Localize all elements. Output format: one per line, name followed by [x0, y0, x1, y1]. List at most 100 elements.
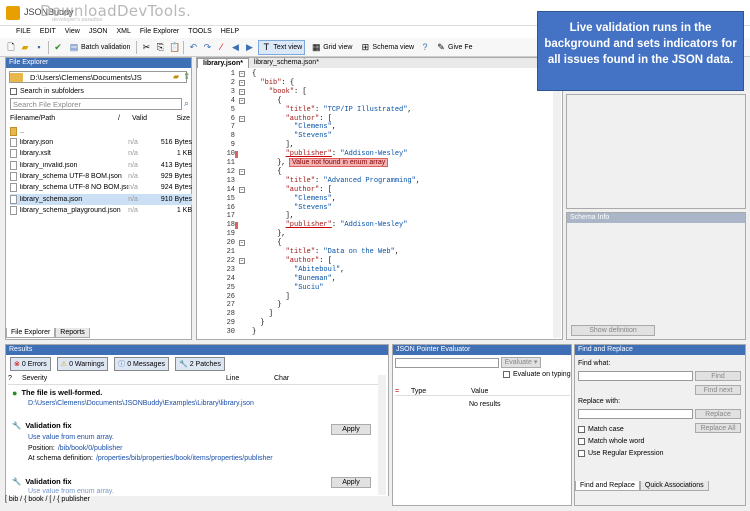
list-item-file[interactable]: library_schema.json n/a 910 Bytes	[10, 193, 192, 205]
copy-icon[interactable]: ⎘	[155, 42, 165, 52]
fold-toggle-icon[interactable]: −	[239, 71, 245, 77]
schema-view-button[interactable]: ⊞ Schema view	[358, 40, 416, 55]
list-item-file[interactable]: library.json n/a 516 Bytes	[10, 137, 192, 148]
messages-filter-button[interactable]: ⓘ 0 Messages	[114, 357, 169, 371]
fold-toggle-icon[interactable]: −	[239, 186, 245, 193]
col-severity[interactable]: Severity	[22, 375, 226, 384]
go-up-icon[interactable]: ⇧	[183, 71, 191, 82]
undo-icon[interactable]: ↶	[188, 42, 198, 52]
file-icon	[10, 183, 17, 193]
tab-quick-associations[interactable]: Quick Associations	[639, 481, 709, 491]
errors-filter-button[interactable]: ⊗ 0 Errors	[10, 357, 51, 371]
file-name: library_schema UTF-8 BOM.json	[19, 172, 122, 180]
replace-button[interactable]: Replace	[695, 409, 741, 419]
tab-file-explorer[interactable]: File Explorer	[6, 328, 56, 338]
menu-help[interactable]: HELP	[221, 26, 239, 38]
results-scrollbar[interactable]	[378, 375, 386, 495]
fold-toggle-icon[interactable]: −	[239, 168, 245, 175]
tab-library-json[interactable]: library.json*	[197, 58, 249, 68]
list-item-file[interactable]: library_invalid.json n/a 413 Bytes	[10, 160, 192, 171]
replace-all-button[interactable]: Replace All	[695, 423, 741, 433]
grid-view-button[interactable]: ▦ Grid view	[309, 40, 354, 55]
match-whole-word-checkbox[interactable]: Match whole word	[578, 438, 644, 445]
folder-browse-icon[interactable]: ▰	[173, 72, 179, 81]
code-line: },	[252, 159, 286, 167]
search-file-explorer-input[interactable]: Search File Explorer	[10, 98, 182, 110]
fold-toggle-icon[interactable]: −	[239, 88, 245, 95]
batch-validation-button[interactable]: ▤ Batch validation	[67, 40, 132, 55]
find-button[interactable]: Find	[695, 371, 741, 381]
tab-library-schema-json[interactable]: library_schema.json*	[249, 58, 324, 68]
menu-tools[interactable]: TOOLS	[188, 26, 212, 38]
open-folder-icon[interactable]: ▰	[20, 42, 30, 52]
json-pointer-input[interactable]	[395, 358, 499, 368]
redo-icon[interactable]: ↷	[202, 42, 212, 52]
validate-icon[interactable]: ✔	[53, 42, 63, 52]
patches-filter-button[interactable]: 🔧 2 Patches	[174, 357, 225, 371]
result-wellformed[interactable]: ● The file is well-formed.	[12, 388, 102, 398]
wellformed-path[interactable]: D:\Users\Clemens\Documents\JSONBuddy\Exa…	[28, 400, 254, 407]
replace-with-input[interactable]	[578, 409, 693, 419]
regex-checkbox[interactable]: Use Regular Expression	[578, 450, 663, 457]
code-line: "Clemens",	[294, 194, 337, 203]
menu-file[interactable]: FILE	[16, 26, 31, 38]
list-item-file[interactable]: library_schema UTF-8 BOM.json n/a 929 Byte…	[10, 171, 192, 182]
save-icon[interactable]: ▪	[34, 42, 44, 52]
menu-file-explorer[interactable]: File Explorer	[140, 26, 179, 38]
editor-scrollbar[interactable]	[553, 70, 561, 338]
help-icon[interactable]: ?	[420, 42, 430, 52]
col-valid[interactable]: Valid	[124, 115, 160, 122]
validation-fix-1[interactable]: 🔧 Validation fix	[12, 421, 72, 430]
find-what-input[interactable]	[578, 371, 693, 381]
search-icon[interactable]: ⌕	[184, 98, 189, 109]
match-case-checkbox[interactable]: Match case	[578, 426, 624, 433]
menu-edit[interactable]: EDIT	[40, 26, 56, 38]
code-line: "book": [	[268, 87, 307, 96]
line-number: 28	[226, 310, 235, 319]
evaluate-button[interactable]: Evaluate ▾	[501, 357, 541, 368]
validation-fix-2[interactable]: 🔧 Validation fix	[12, 477, 72, 486]
menu-xml[interactable]: XML	[116, 26, 130, 38]
line-number: 19	[226, 230, 235, 239]
text-view-button[interactable]: T Text view	[258, 39, 306, 55]
warnings-filter-button[interactable]: ⚠ 0 Warnings	[56, 357, 109, 371]
code-area[interactable]: { "bib": { "book": [ { "title": "TCP/IP …	[252, 70, 552, 338]
fold-toggle-icon[interactable]: −	[239, 257, 245, 264]
nav-forward-icon[interactable]: ▶	[244, 42, 254, 52]
code-line: "title": "Advanced Programming",	[285, 176, 421, 185]
fold-toggle-icon[interactable]: −	[239, 79, 245, 86]
apply-fix-1-button[interactable]: Apply	[331, 424, 371, 435]
apply-fix-2-button[interactable]: Apply	[331, 477, 371, 488]
search-subfolders-checkbox[interactable]: Search in subfolders	[10, 88, 84, 95]
col-filename[interactable]: Filename/Path	[10, 115, 118, 122]
folder-path-input[interactable]: D:\Users\Clemens\Documents\JS	[9, 71, 187, 83]
paste-icon[interactable]: 📋	[169, 42, 180, 52]
comment-icon[interactable]: ⁄	[216, 42, 226, 52]
list-item-file[interactable]: library_schema UTF-8 NO BOM.json n/a 924 B…	[10, 182, 192, 193]
tab-find-replace[interactable]: Find and Replace	[575, 481, 640, 491]
list-item-file[interactable]: library_schema_playground.json n/a 1 KB	[10, 205, 192, 216]
find-next-button[interactable]: Find next	[695, 385, 741, 395]
give-feedback-button[interactable]: ✎ Give Fe	[434, 40, 475, 55]
col-size[interactable]: Size	[160, 115, 190, 122]
list-item-file[interactable]: library.xslt n/a 1 KB	[10, 148, 192, 159]
error-marker-icon[interactable]	[235, 222, 238, 230]
evaluate-on-typing-checkbox[interactable]: Evaluate on typing	[503, 371, 571, 378]
code-line: },	[252, 230, 286, 239]
menu-json[interactable]: JSON	[89, 26, 108, 38]
error-icon: ⊗	[14, 361, 20, 368]
fold-toggle-icon[interactable]: −	[239, 240, 245, 247]
tab-reports[interactable]: Reports	[55, 328, 90, 338]
line-number: 25	[226, 283, 235, 292]
col-char[interactable]: Char	[274, 375, 314, 384]
error-marker-icon[interactable]	[235, 151, 238, 159]
fold-toggle-icon[interactable]: −	[239, 115, 245, 122]
cut-icon[interactable]: ✂	[141, 42, 151, 52]
show-definition-button[interactable]: Show definition	[571, 325, 655, 336]
new-file-icon[interactable]: 🗋	[6, 42, 16, 52]
fold-toggle-icon[interactable]: −	[239, 97, 245, 104]
list-item-updir[interactable]: ..	[10, 126, 192, 137]
menu-view[interactable]: View	[65, 26, 80, 38]
nav-back-icon[interactable]: ◀	[230, 42, 240, 52]
col-line[interactable]: Line	[226, 375, 274, 384]
